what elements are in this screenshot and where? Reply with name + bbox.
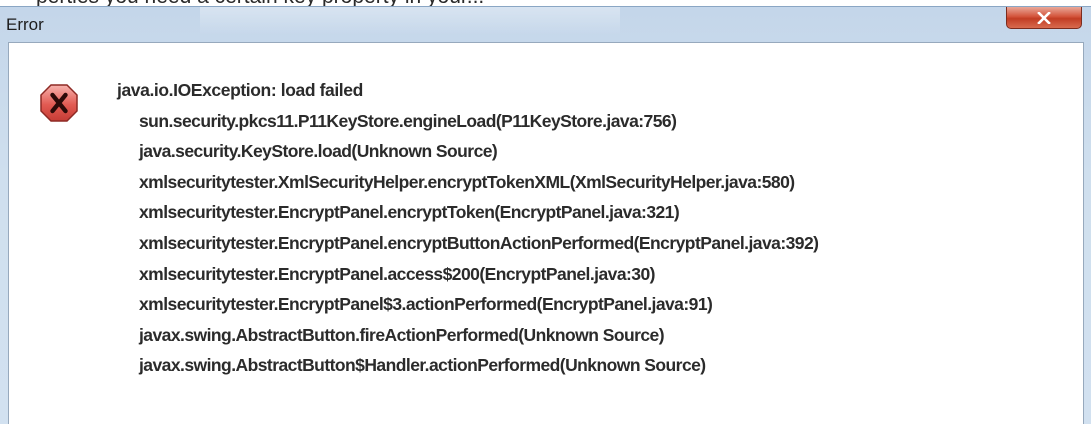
close-button[interactable] [1006, 7, 1082, 29]
close-icon [1037, 11, 1051, 24]
stack-frame: java.security.KeyStore.load(Unknown Sour… [139, 141, 498, 162]
stack-frame: xmlsecuritytester.EncryptPanel.encryptTo… [139, 202, 680, 223]
stack-frame: xmlsecuritytester.XmlSecurityHelper.encr… [139, 171, 795, 192]
stack-trace: java.io.IOException: load failed sun.sec… [117, 75, 819, 381]
error-x-icon [40, 84, 78, 122]
stack-frame: sun.security.pkcs11.P11KeyStore.engineLo… [139, 110, 677, 131]
exception-message: java.io.IOException: load failed [117, 80, 363, 100]
dialog-content: java.io.IOException: load failed sun.sec… [8, 42, 1084, 424]
error-dialog: Error java.io.IOException: load failed s… [0, 6, 1091, 424]
stack-frame: xmlsecuritytester.EncryptPanel.encryptBu… [139, 232, 819, 253]
stack-frame: xmlsecuritytester.EncryptPanel.access$20… [139, 263, 655, 284]
stack-frame: xmlsecuritytester.EncryptPanel$3.actionP… [139, 294, 713, 315]
stack-frame: javax.swing.AbstractButton$Handler.actio… [139, 355, 706, 376]
stack-frame: javax.swing.AbstractButton.fireActionPer… [139, 324, 665, 345]
dialog-title: Error [6, 15, 44, 34]
